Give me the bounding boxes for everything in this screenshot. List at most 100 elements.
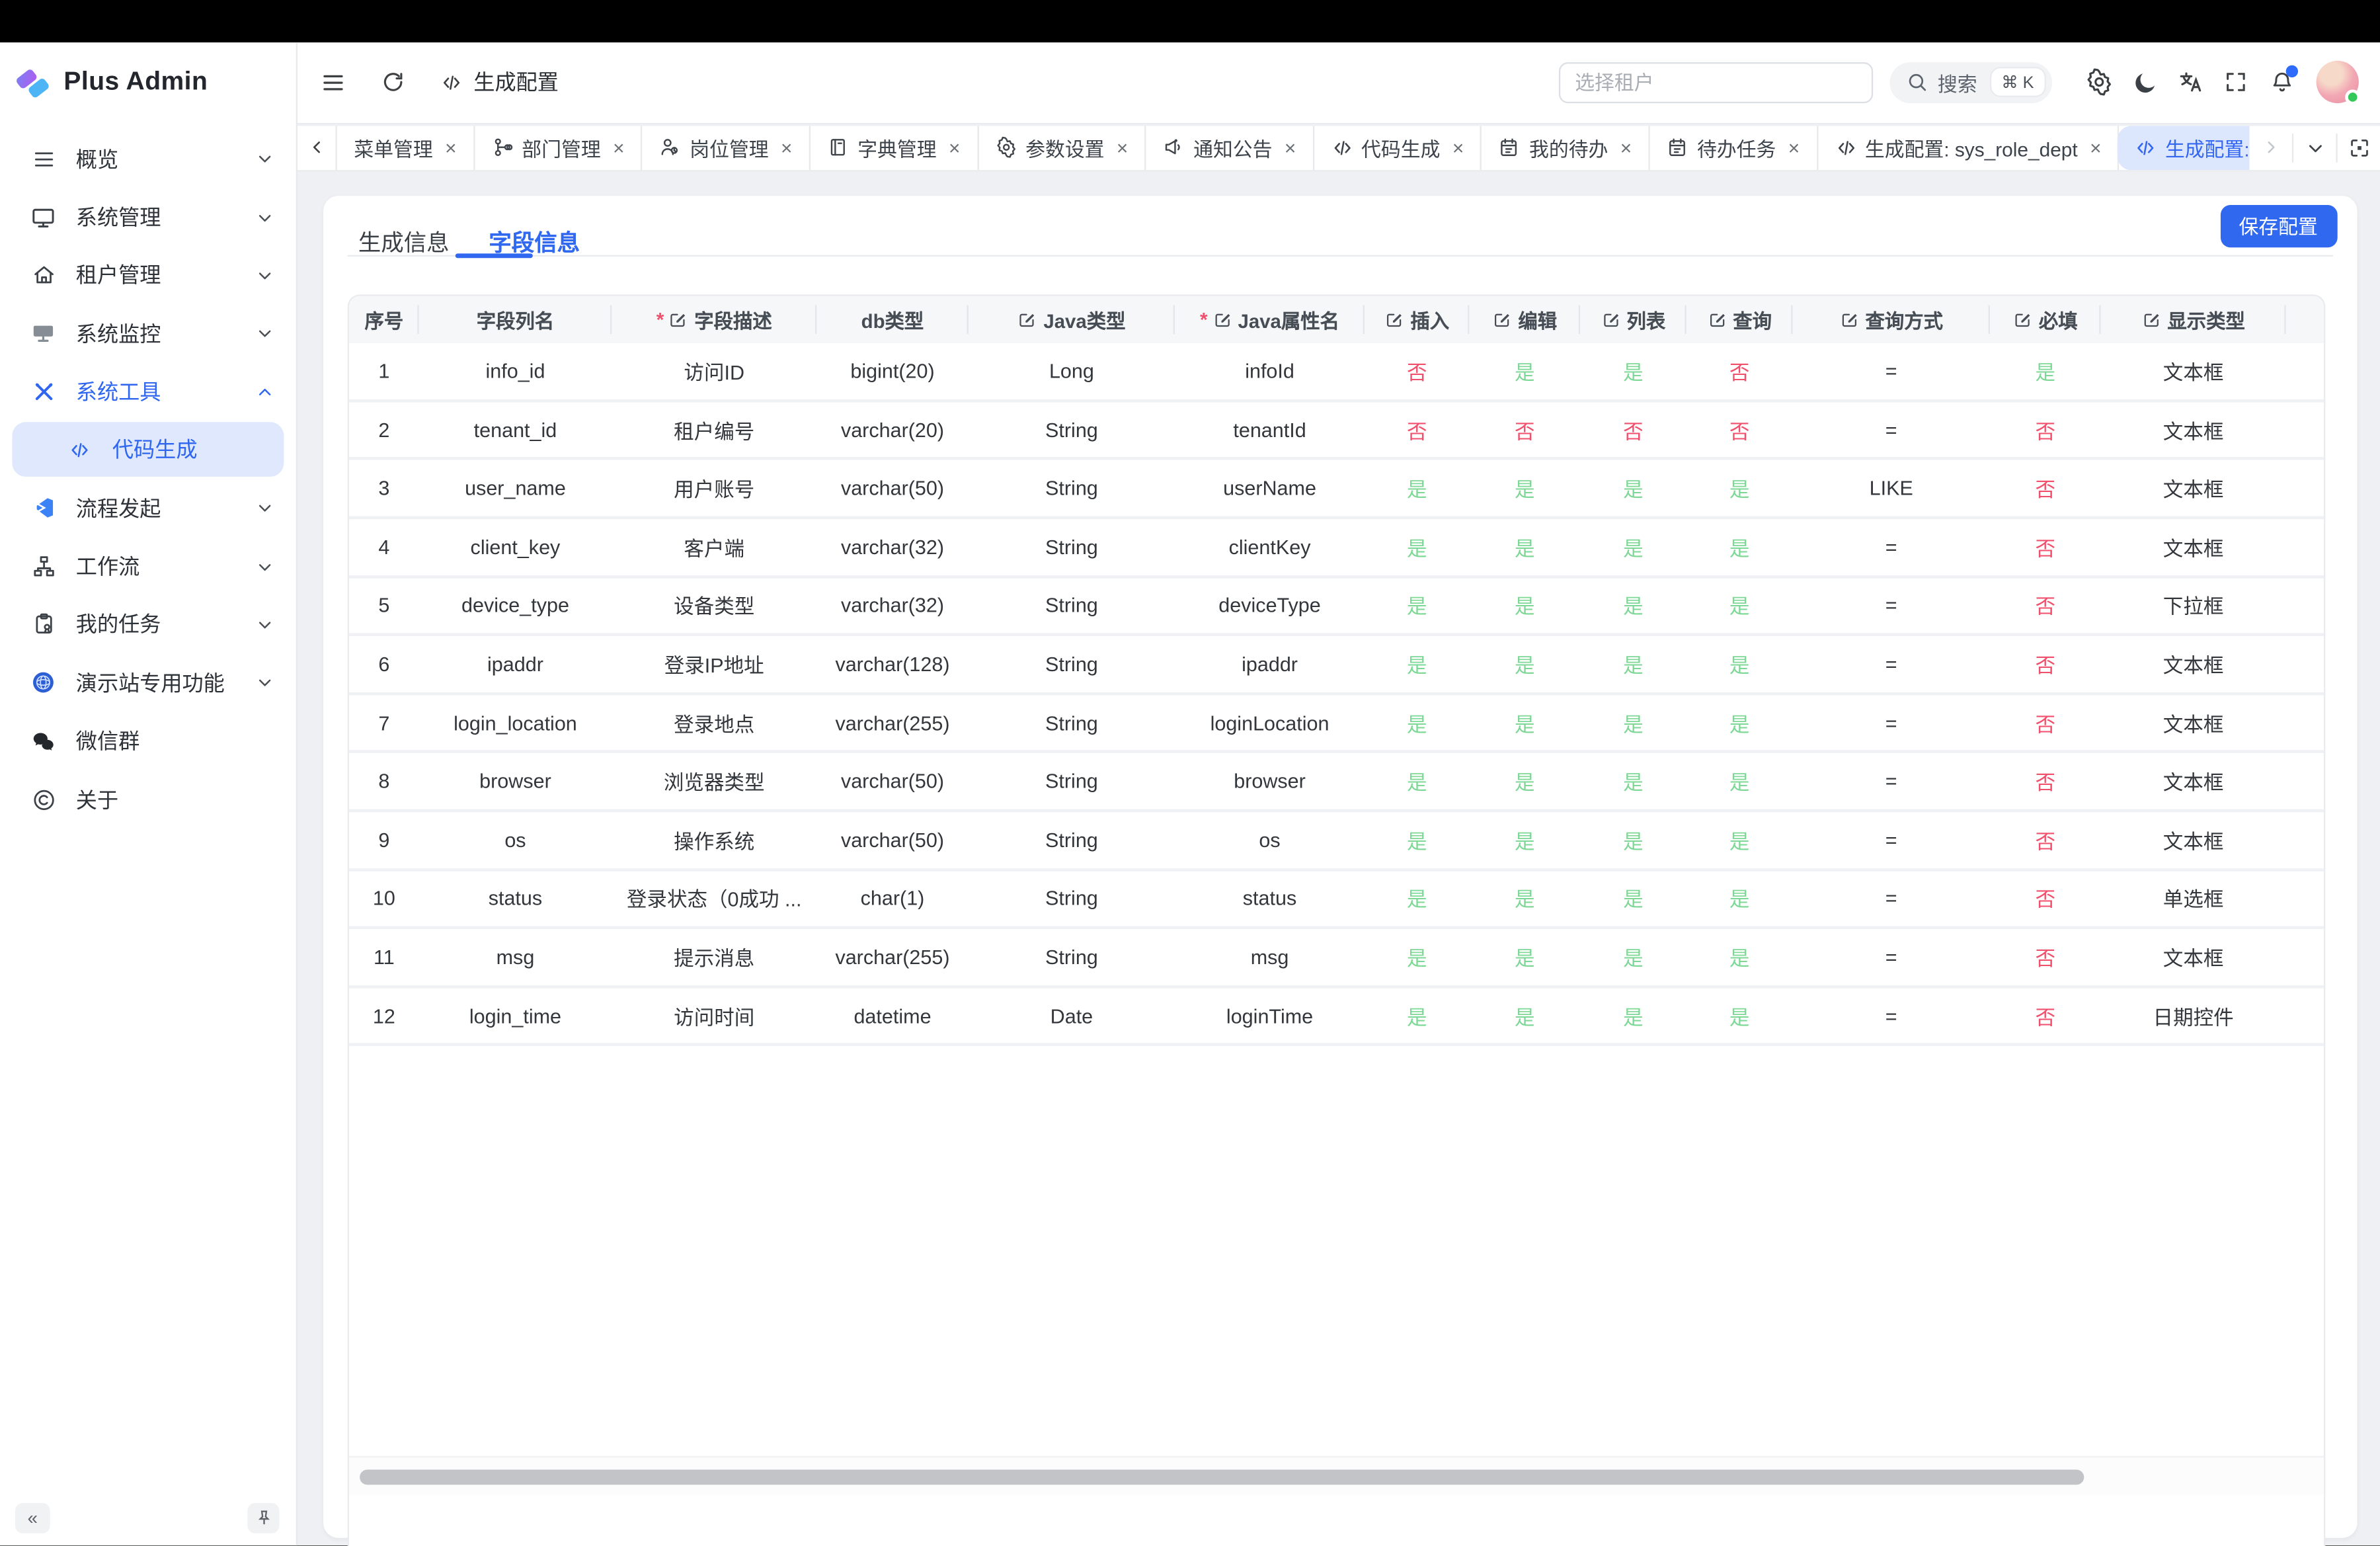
column-header-db: db类型 [816, 296, 969, 344]
cell-insert: 是 [1365, 708, 1469, 737]
edit-icon [668, 309, 688, 329]
sidebar-item-system-monitor[interactable]: 系统监控 [0, 305, 296, 363]
cell-java: String [969, 653, 1175, 675]
table-row[interactable]: 9os操作系统varchar(50)Stringos是是是是=否文本框 [349, 812, 2324, 871]
gear-icon [2086, 68, 2113, 95]
theme-toggle-button[interactable] [2122, 61, 2168, 103]
tab-close-icon[interactable]: × [1452, 138, 1464, 157]
sidebar-item-tenant-mgmt[interactable]: 租户管理 [0, 247, 296, 305]
settings-button[interactable] [2077, 61, 2122, 103]
sidebar-item-flow-start[interactable]: 流程发起 [0, 479, 296, 537]
tab-param-settings[interactable]: 参数设置× [978, 125, 1146, 169]
column-header-required[interactable]: 必填 [1990, 296, 2101, 344]
tabs-scroll-right-button[interactable] [2250, 125, 2292, 169]
tab-code-gen[interactable]: 代码生成× [1314, 125, 1482, 169]
table-row[interactable]: 6ipaddr登录IP地址varchar(128)Stringipaddr是是是… [349, 637, 2324, 696]
scrollbar-thumb[interactable] [360, 1469, 2084, 1484]
sidebar-pin-button[interactable] [247, 1504, 279, 1534]
table-row[interactable]: 8browser浏览器类型varchar(50)Stringbrowser是是是… [349, 754, 2324, 813]
column-header-display[interactable]: 显示类型 [2101, 296, 2286, 344]
tab-close-icon[interactable]: × [949, 138, 960, 157]
sidebar-item-system-tools[interactable]: 系统工具 [0, 363, 296, 421]
cell-java: Long [969, 360, 1175, 382]
tab-post-mgmt[interactable]: 岗位管理× [643, 125, 811, 169]
tab-close-icon[interactable]: × [781, 138, 792, 157]
refresh-button[interactable] [374, 62, 413, 102]
avatar[interactable] [2317, 61, 2359, 103]
cell-column: device_type [419, 594, 612, 617]
tab-label: 生成配置: sys_lo [2165, 133, 2250, 162]
save-config-button[interactable]: 保存配置 [2220, 205, 2337, 247]
column-header-insert[interactable]: 插入 [1365, 296, 1469, 344]
cell-db: bigint(20) [816, 360, 969, 382]
tabs-menu-button[interactable] [2293, 125, 2336, 169]
sidebar-item-wechat-group[interactable]: 微信群 [0, 712, 296, 770]
menu-toggle-button[interactable] [313, 62, 352, 102]
sidebar-item-code-gen[interactable]: 代码生成 [12, 423, 284, 477]
tab-my-todo[interactable]: 我的待办× [1482, 125, 1650, 169]
notifications-button[interactable] [2258, 61, 2304, 103]
tab-todo-tasks[interactable]: 待办任务× [1650, 125, 1818, 169]
cell-field: deviceType [1175, 594, 1365, 617]
table-row[interactable]: 11msg提示消息varchar(255)Stringmsg是是是是=否文本框 [349, 930, 2324, 989]
tab-gen-config-sys-role-dept[interactable]: 生成配置: sys_role_dept× [1818, 125, 2120, 169]
tab-close-icon[interactable]: × [1620, 138, 1632, 157]
sidebar-collapse-button[interactable]: « [15, 1504, 50, 1534]
pin-icon [255, 1510, 273, 1528]
column-header-query[interactable]: 查询 [1686, 296, 1793, 344]
sidebar-item-workflow[interactable]: 工作流 [0, 537, 296, 595]
chevron-down-icon [255, 208, 275, 227]
cell-edit: 是 [1469, 1001, 1580, 1030]
system-menubar [0, 0, 2380, 42]
fullscreen-button[interactable] [2213, 61, 2258, 103]
chevron-right-icon [2262, 138, 2280, 157]
tab-gen-config-sys-lo[interactable]: 生成配置: sys_lo [2118, 125, 2250, 169]
tab-close-icon[interactable]: × [1117, 138, 1128, 157]
tenant-select-field[interactable] [1575, 71, 1856, 93]
overview-icon [30, 146, 56, 172]
tab-close-icon[interactable]: × [613, 138, 624, 157]
table-row[interactable]: 1info_id访问IDbigint(20)LonginfoId否是是否=是文本… [349, 344, 2324, 403]
cell-insert: 是 [1365, 533, 1469, 562]
tab-dict-mgmt[interactable]: 字典管理× [811, 125, 978, 169]
content-fullscreen-button[interactable] [2338, 125, 2380, 169]
column-header-edit[interactable]: 编辑 [1469, 296, 1580, 344]
table-row[interactable]: 3user_name用户账号varchar(50)StringuserName是… [349, 461, 2324, 520]
edit-icon [1384, 309, 1404, 329]
sidebar-item-about[interactable]: 关于 [0, 770, 296, 829]
table-row[interactable]: 12login_time访问时间datetimeDateloginTime是是是… [349, 988, 2324, 1047]
tab-close-icon[interactable]: × [2090, 138, 2101, 157]
panel-tab-gen-info[interactable]: 生成信息 [338, 207, 469, 275]
tab-close-icon[interactable]: × [445, 138, 456, 157]
sidebar-item-my-tasks[interactable]: 我的任务 [0, 596, 296, 654]
table-row[interactable]: 7login_location登录地点varchar(255)Stringlog… [349, 695, 2324, 754]
global-search-button[interactable]: 搜索 ⌘ K [1889, 61, 2052, 102]
cell-list: 是 [1580, 708, 1686, 737]
required-asterisk: * [1200, 308, 1208, 331]
sidebar-item-demo-features[interactable]: 演示站专用功能 [0, 654, 296, 712]
table-row[interactable]: 5device_type设备类型varchar(32)StringdeviceT… [349, 578, 2324, 637]
panel-tab-field-info[interactable]: 字段信息 [469, 207, 599, 275]
tab-close-icon[interactable]: × [1285, 138, 1296, 157]
tab-notice[interactable]: 通知公告× [1146, 125, 1314, 169]
column-header-java[interactable]: Java类型 [969, 296, 1175, 344]
tabs-scroll-left-button[interactable] [298, 125, 337, 169]
sidebar-item-overview[interactable]: 概览 [0, 130, 296, 188]
tenant-select-input[interactable] [1558, 61, 1872, 102]
column-header-list[interactable]: 列表 [1580, 296, 1686, 344]
tab-dept-mgmt[interactable]: 部门管理× [475, 125, 643, 169]
tab-close-icon[interactable]: × [1788, 138, 1800, 157]
tab-menu-mgmt[interactable]: 菜单管理× [337, 125, 475, 169]
cell-insert: 否 [1365, 357, 1469, 386]
column-header-label: 显示类型 [2167, 305, 2245, 334]
column-header-desc[interactable]: *字段描述 [612, 296, 816, 344]
language-button[interactable] [2168, 61, 2213, 103]
cell-list: 是 [1580, 591, 1686, 620]
column-header-qtype[interactable]: 查询方式 [1792, 296, 1989, 344]
table-row[interactable]: 4client_key客户端varchar(32)StringclientKey… [349, 519, 2324, 578]
table-row[interactable]: 10status登录状态（0成功 ...char(1)Stringstatus是… [349, 871, 2324, 930]
sidebar-item-system-mgmt[interactable]: 系统管理 [0, 188, 296, 246]
cell-db: varchar(32) [816, 594, 969, 617]
column-header-field[interactable]: *Java属性名 [1175, 296, 1365, 344]
table-row[interactable]: 2tenant_id租户编号varchar(20)StringtenantId否… [349, 402, 2324, 461]
